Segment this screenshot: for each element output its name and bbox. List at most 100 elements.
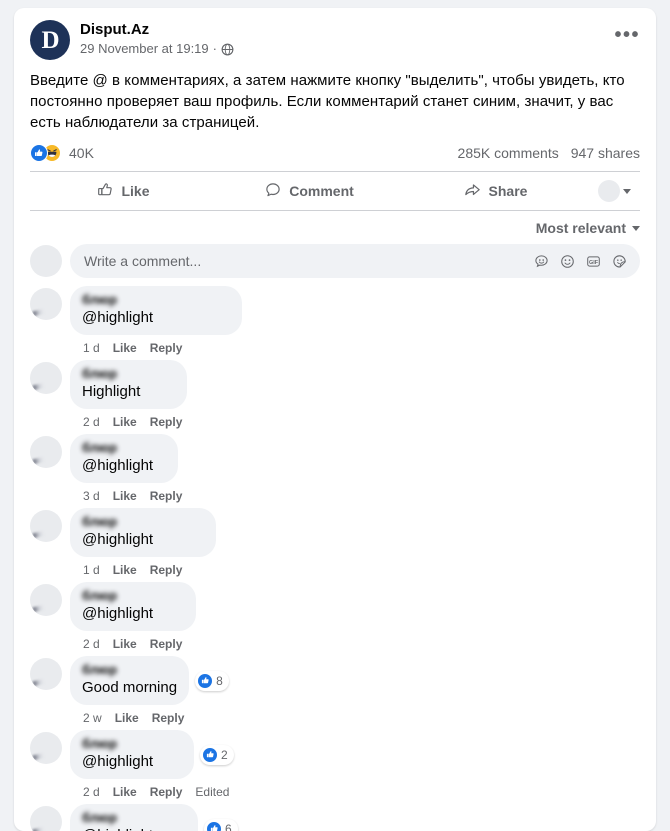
comment-bubble: блюр @highlight [70,730,194,779]
comment-bubble: блюр @highlight [70,286,242,335]
comment-author-avatar[interactable] [30,436,62,468]
post-timestamp[interactable]: 29 November at 19:19 [80,40,209,57]
comment-content: блюр @highlight 1 d Like Reply [70,286,242,357]
comment-text: @highlight [82,531,154,548]
composer-avatar [30,245,62,277]
composer-icons: GIF [533,253,628,270]
comment-text: @highlight [82,826,186,831]
comment-author-avatar[interactable] [30,732,62,764]
comment-timestamp: 2 d [83,784,100,799]
comment-like-action[interactable]: Like [113,637,137,651]
comment-content: блюр @highlight 3 d Like Reply [70,434,182,505]
smiley-icon[interactable] [559,253,576,270]
comment-item: блюр @highlight 1 d Like Reply [30,508,640,579]
reactions-summary[interactable]: 40K [30,144,94,162]
comment-author-name[interactable]: блюр [82,366,175,381]
comment-text: @highlight [82,309,154,326]
comment-reply-action[interactable]: Reply [152,711,185,725]
comment-button-label: Comment [289,183,354,199]
comment-author-name[interactable]: блюр [82,810,186,825]
comment-reply-action[interactable]: Reply [150,341,183,355]
comment-bubble-row: блюр @highlight [70,582,196,631]
comment-reaction-count: 6 [225,821,232,831]
comment-meta-row: 2 d Like Reply [70,631,196,653]
comment-author-name[interactable]: блюр [82,736,182,751]
comment-meta-row: 2 d Like Reply Edited [70,779,234,801]
comment-bubble: блюр @highlight [70,508,216,557]
comment-reply-action[interactable]: Reply [150,785,183,799]
share-as-selector[interactable] [588,180,640,202]
comment-item: блюр @highlight 2 2 d Like Reply Edited [30,730,640,801]
sticker-icon[interactable] [611,253,628,270]
page-name[interactable]: Disput.Az [80,21,234,39]
comment-content: блюр Highlight 2 d Like Reply [70,360,187,431]
like-button[interactable]: Like [30,174,216,208]
chevron-down-icon [622,188,631,194]
comment-author-name[interactable]: блюр [82,514,204,529]
comment-bubble: блюр Highlight [70,360,187,409]
comment-like-action[interactable]: Like [115,711,139,725]
comment-author-avatar[interactable] [30,288,62,320]
comment-author-avatar[interactable] [30,658,62,690]
emoji-chat-icon[interactable] [533,253,550,270]
comments-count[interactable]: 285K comments [458,145,559,161]
share-arrow-icon [463,180,482,202]
like-reaction-icon [202,746,218,763]
comment-text: @highlight [82,753,154,770]
comment-reply-action[interactable]: Reply [150,415,183,429]
comment-bubble-row: блюр@highlight 6 [70,804,238,831]
comment-meta-row: 2 w Like Reply [70,705,229,727]
comment-author-name[interactable]: блюр [82,662,170,677]
comment-like-action[interactable]: Like [113,341,137,355]
reaction-icons [30,144,61,162]
comment-bubble: блюр @highlight [70,434,178,483]
comment-content: блюр @highlight 2 d Like Reply [70,582,196,653]
comment-content: блюр@highlight63 dLikeReply [70,804,238,831]
comment-timestamp: 2 d [83,636,100,651]
comment-meta-row: 2 d Like Reply [70,409,187,431]
reaction-count: 40K [69,145,94,161]
comment-like-action[interactable]: Like [113,415,137,429]
comment-author-avatar[interactable] [30,584,62,616]
comment-reply-action[interactable]: Reply [150,637,183,651]
comment-content: блюр @highlight 2 2 d Like Reply Edited [70,730,234,801]
comments-sort-selector[interactable]: Most relevant [14,211,656,242]
comment-reply-action[interactable]: Reply [150,489,183,503]
comment-item: блюр @highlight 1 d Like Reply [30,286,640,357]
comment-input-box[interactable]: Write a comment... GIF [70,244,640,278]
comment-author-name[interactable]: блюр [82,440,166,455]
comment-reply-action[interactable]: Reply [150,563,183,577]
page-avatar[interactable]: D [30,20,70,60]
comment-text: Highlight [82,383,141,400]
comment-reaction-chip[interactable]: 8 [195,670,229,691]
like-reaction-icon [197,672,214,689]
comment-meta-row: 3 d Like Reply [70,483,182,505]
post-card: D Disput.Az 29 November at 19:19 · ••• В… [14,8,656,831]
comment-author-avatar[interactable] [30,362,62,394]
comment-reaction-chip[interactable]: 6 [204,818,238,831]
comment-item: блюр Good morning 8 2 w Like Reply [30,656,640,727]
comment-author-name[interactable]: блюр [82,292,230,307]
current-user-avatar [597,180,620,202]
comment-bubble-row: блюр @highlight [70,434,182,483]
comment-reaction-chip[interactable]: 2 [200,744,234,765]
comment-like-action[interactable]: Like [113,785,137,799]
comment-content: блюр Good morning 8 2 w Like Reply [70,656,229,727]
comment-edited-label: Edited [195,784,230,799]
comment-like-action[interactable]: Like [113,563,137,577]
comment-author-name[interactable]: блюр [82,588,184,603]
ellipsis-icon[interactable]: ••• [614,25,640,45]
comments-sort-label: Most relevant [535,220,626,236]
comment-bubble-row: блюр Good morning 8 [70,656,229,705]
post-meta: 29 November at 19:19 · [80,40,234,57]
comment-author-avatar[interactable] [30,806,62,831]
gif-icon[interactable]: GIF [585,253,602,270]
share-button-label: Share [488,183,528,199]
comment-like-action[interactable]: Like [113,489,137,503]
post-stats-row: 40K 285K comments 947 shares [14,133,656,171]
shares-count[interactable]: 947 shares [571,145,640,161]
comment-button[interactable]: Comment [216,174,402,208]
like-reaction-icon [30,144,48,162]
comment-author-avatar[interactable] [30,510,62,542]
share-button[interactable]: Share [402,174,588,208]
